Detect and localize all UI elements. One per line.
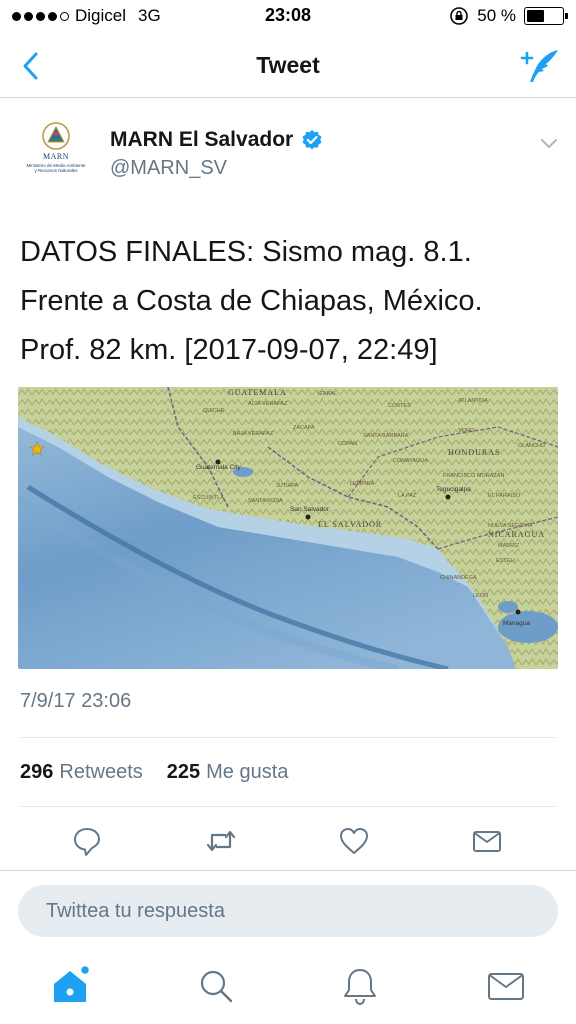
map-label-esteli: ESTELI [496, 558, 515, 564]
map-label-managua: Managua [503, 620, 530, 627]
page-title: Tweet [256, 52, 320, 78]
map-label-copan: COPAN [338, 441, 357, 447]
retweet-icon[interactable] [204, 824, 238, 858]
map-label-olancho: OLANCHO [518, 443, 546, 449]
battery-percent: 50 % [477, 6, 516, 25]
coat-of-arms-icon [42, 122, 70, 150]
retweet-count[interactable]: 296 [20, 761, 53, 784]
map-label-quiche: QUICHE [203, 408, 225, 414]
map-label-escuintla: ESCUINTLA [193, 495, 224, 501]
display-name-text: MARN El Salvador [110, 128, 294, 151]
map-label-baja-verapaz: BAJA VERAPAZ [233, 431, 274, 437]
map-label-atlantida: ATLANTIDA [458, 398, 488, 404]
map-label-cortes: CORTES [388, 403, 411, 409]
like-count[interactable]: 225 [167, 761, 200, 784]
heart-icon[interactable] [337, 824, 371, 858]
map-label-guatemala: GUATEMALA [228, 388, 287, 397]
map-label-santa-barbara: SANTA BARBARA [363, 433, 409, 439]
chevron-down-icon[interactable] [538, 132, 560, 154]
map-label-madriz: MADRIZ [498, 543, 520, 549]
map-label-el-paraiso: EL PARAISO [488, 493, 521, 499]
avatar-subtitle: Ministerio de Medio Ambiente y Recursos … [26, 163, 86, 173]
nav-bar: Tweet [0, 34, 576, 98]
status-right: 50 % [449, 6, 568, 26]
map-label-santa-rosa: SANTA ROSA [248, 498, 283, 504]
envelope-icon[interactable] [470, 824, 504, 858]
messages-envelope-icon[interactable] [484, 964, 528, 1008]
map-label-guatemala-city: Guatemala City [196, 464, 242, 471]
display-name[interactable]: MARN El Salvador [110, 128, 323, 152]
user-handle[interactable]: @MARN_SV [110, 157, 227, 180]
status-bar: Digicel 3G 23:08 50 % [0, 0, 576, 34]
tweet-text: DATOS FINALES: Sismo mag. 8.1. Frente a … [20, 228, 560, 375]
retweet-label[interactable]: Retweets [59, 761, 142, 784]
earthquake-map-image: GUATEMALA EL SALVADOR HONDURAS NICARAGUA… [18, 387, 558, 669]
map-label-alta-verapaz: ALTA VERAPAZ [248, 401, 288, 407]
tweet-timestamp: 7/9/17 23:06 [20, 690, 132, 712]
map-label-chinandega: CHINANDEGA [440, 575, 477, 581]
tab-bar [0, 952, 576, 1024]
bell-icon[interactable] [338, 964, 382, 1008]
rotation-lock-icon [450, 7, 469, 25]
divider [20, 806, 556, 807]
tweet-text-line: Frente a Costa de Chiapas, México. [20, 285, 483, 317]
map-label-nueva-segovia: NUEVA SEGOVIA [488, 523, 533, 529]
reply-bar: Twittea tu respuesta [0, 870, 576, 952]
map-label-yoro: YORO [458, 428, 475, 434]
map-label-izabal: IZABAL [318, 391, 337, 397]
tweet-actions [0, 818, 576, 862]
divider [20, 737, 556, 738]
tweet-media-map[interactable]: GUATEMALA EL SALVADOR HONDURAS NICARAGUA… [18, 387, 558, 669]
map-label-francisco-morazan: FRANCISCO MORAZAN [443, 473, 504, 479]
map-label-jutiapa: JUTIAPA [276, 483, 299, 489]
map-label-comayagua: COMAYAGUA [393, 458, 428, 464]
verified-badge-icon [302, 130, 322, 150]
map-label-la-paz: LA PAZ [398, 493, 417, 499]
map-label-honduras: HONDURAS [448, 448, 500, 457]
avatar[interactable]: MARN Ministerio de Medio Ambiente y Recu… [20, 115, 92, 187]
map-label-san-salvador: San Salvador [290, 506, 330, 513]
map-label-tegucigalpa: Tegucigalpa [436, 486, 471, 493]
tweet-text-line: DATOS FINALES: Sismo mag. 8.1. [20, 236, 472, 268]
map-label-leon: LEON [473, 593, 488, 599]
tweet-stats: 296 Retweets 225 Me gusta [20, 761, 288, 784]
search-icon[interactable] [194, 964, 238, 1008]
avatar-label: MARN [42, 152, 69, 161]
home-icon[interactable] [48, 964, 92, 1008]
compose-tweet-icon[interactable] [518, 46, 562, 86]
reply-icon[interactable] [70, 824, 104, 858]
map-label-lempira: LEMPIRA [350, 481, 374, 487]
tweet-text-line: Prof. 82 km. [2017-09-07, 22:49] [20, 334, 438, 366]
map-label-el-salvador: EL SALVADOR [318, 520, 382, 529]
battery-icon [524, 7, 568, 25]
map-label-nicaragua: NICARAGUA [488, 530, 545, 539]
map-label-zacapa: ZACAPA [293, 425, 315, 431]
like-label[interactable]: Me gusta [206, 761, 288, 784]
reply-input[interactable]: Twittea tu respuesta [18, 885, 558, 937]
